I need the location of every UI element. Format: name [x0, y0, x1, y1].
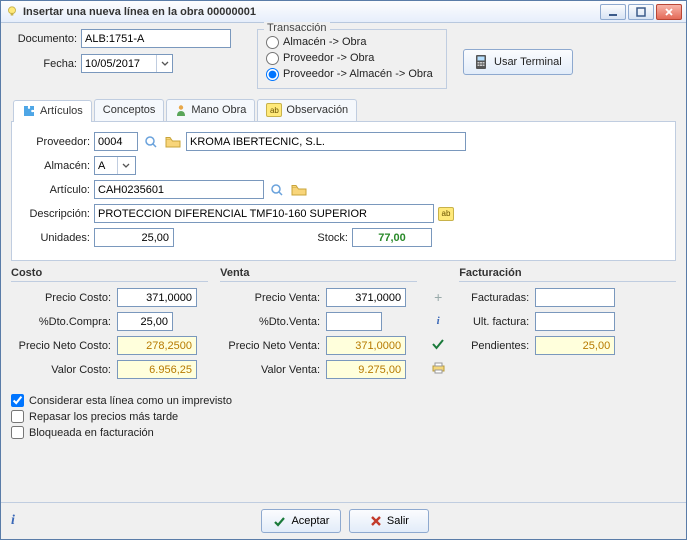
chk-imprevisto[interactable]: Considerar esta línea como un imprevisto — [11, 394, 676, 407]
descripcion-label: Descripción: — [24, 208, 90, 220]
precio-neto-costo — [117, 336, 197, 355]
close-button[interactable] — [656, 4, 682, 20]
costo-section: Costo Precio Costo: %Dto.Compra: Precio … — [11, 267, 208, 384]
footer: i Aceptar Salir — [1, 502, 686, 539]
venta-title: Venta — [220, 267, 417, 282]
folder-icon[interactable] — [164, 133, 182, 151]
radio-proveedor-almacen-obra[interactable]: Proveedor -> Almacén -> Obra — [266, 66, 438, 82]
fecha-input[interactable] — [81, 54, 173, 73]
note-icon: ab — [266, 103, 282, 117]
pendientes-value — [535, 336, 615, 355]
chk-repasar-precios[interactable]: Repasar los precios más tarde — [11, 410, 676, 423]
articulo-label: Artículo: — [24, 184, 90, 196]
tab-conceptos[interactable]: Conceptos — [94, 99, 165, 121]
minimize-button[interactable] — [600, 4, 626, 20]
person-icon — [175, 104, 187, 116]
proveedor-code-input[interactable] — [94, 132, 138, 151]
usar-terminal-button[interactable]: Usar Terminal — [463, 49, 573, 75]
valor-costo — [117, 360, 197, 379]
venta-section: Venta Precio Venta: %Dto.Venta: Precio N… — [220, 267, 417, 384]
side-toolbar: + i — [429, 267, 447, 384]
search-icon[interactable] — [142, 133, 160, 151]
close-icon — [370, 515, 382, 527]
tabstrip: Artículos Conceptos Mano Obra ab Observa… — [11, 99, 676, 122]
articulo-input[interactable] — [94, 180, 264, 199]
facturacion-title: Facturación — [459, 267, 676, 282]
radio-proveedor-obra[interactable]: Proveedor -> Obra — [266, 50, 438, 66]
note-icon[interactable]: ab — [438, 207, 454, 221]
tab-articulos[interactable]: Artículos — [13, 100, 92, 122]
tab-observacion[interactable]: ab Observación — [257, 99, 357, 121]
facturadas-value — [535, 288, 615, 307]
proveedor-label: Proveedor: — [24, 136, 90, 148]
chk-bloqueada[interactable]: Bloqueada en facturación — [11, 426, 676, 439]
documento-input[interactable] — [81, 29, 231, 48]
tab-mano-obra[interactable]: Mano Obra — [166, 99, 255, 121]
chevron-down-icon[interactable] — [117, 157, 133, 174]
dto-compra-input[interactable] — [117, 312, 173, 331]
documento-label: Documento: — [11, 33, 77, 45]
tab-pane: Proveedor: Almacén: Artículo: D — [11, 122, 676, 261]
radio-almacen-obra[interactable]: Almacén -> Obra — [266, 34, 438, 50]
window-title: Insertar una nueva línea en la obra 0000… — [23, 6, 600, 18]
puzzle-icon — [22, 104, 36, 118]
check-icon — [273, 515, 286, 528]
proveedor-name-input[interactable] — [186, 132, 466, 151]
dialog-window: Insertar una nueva línea en la obra 0000… — [0, 0, 687, 540]
almacen-select[interactable] — [94, 156, 136, 175]
plus-icon[interactable]: + — [434, 289, 442, 305]
costo-title: Costo — [11, 267, 208, 282]
salir-button[interactable]: Salir — [349, 509, 429, 533]
valor-venta — [326, 360, 406, 379]
aceptar-button[interactable]: Aceptar — [261, 509, 341, 533]
fecha-label: Fecha: — [11, 58, 77, 70]
titlebar[interactable]: Insertar una nueva línea en la obra 0000… — [1, 1, 686, 23]
almacen-label: Almacén: — [24, 160, 90, 172]
chevron-down-icon[interactable] — [156, 55, 172, 72]
folder-icon[interactable] — [290, 181, 308, 199]
precio-neto-venta — [326, 336, 406, 355]
lightbulb-icon — [5, 5, 19, 19]
terminal-icon — [474, 54, 488, 70]
info-icon[interactable]: i — [437, 315, 440, 327]
search-icon[interactable] — [268, 181, 286, 199]
dto-venta-input[interactable] — [326, 312, 382, 331]
ult-factura-value — [535, 312, 615, 331]
descripcion-input[interactable] — [94, 204, 434, 223]
printer-icon[interactable] — [431, 361, 446, 375]
maximize-button[interactable] — [628, 4, 654, 20]
precio-venta-input[interactable] — [326, 288, 406, 307]
stock-label: Stock: — [218, 232, 348, 244]
unidades-input[interactable] — [94, 228, 174, 247]
transaccion-legend: Transacción — [264, 22, 330, 34]
transaccion-group: Transacción Almacén -> Obra Proveedor ->… — [257, 29, 447, 89]
unidades-label: Unidades: — [24, 232, 90, 244]
stock-value: 77,00 — [352, 228, 432, 247]
check-icon[interactable] — [431, 337, 445, 351]
precio-costo-input[interactable] — [117, 288, 197, 307]
facturacion-section: Facturación Facturadas: Ult. factura: Pe… — [459, 267, 676, 384]
